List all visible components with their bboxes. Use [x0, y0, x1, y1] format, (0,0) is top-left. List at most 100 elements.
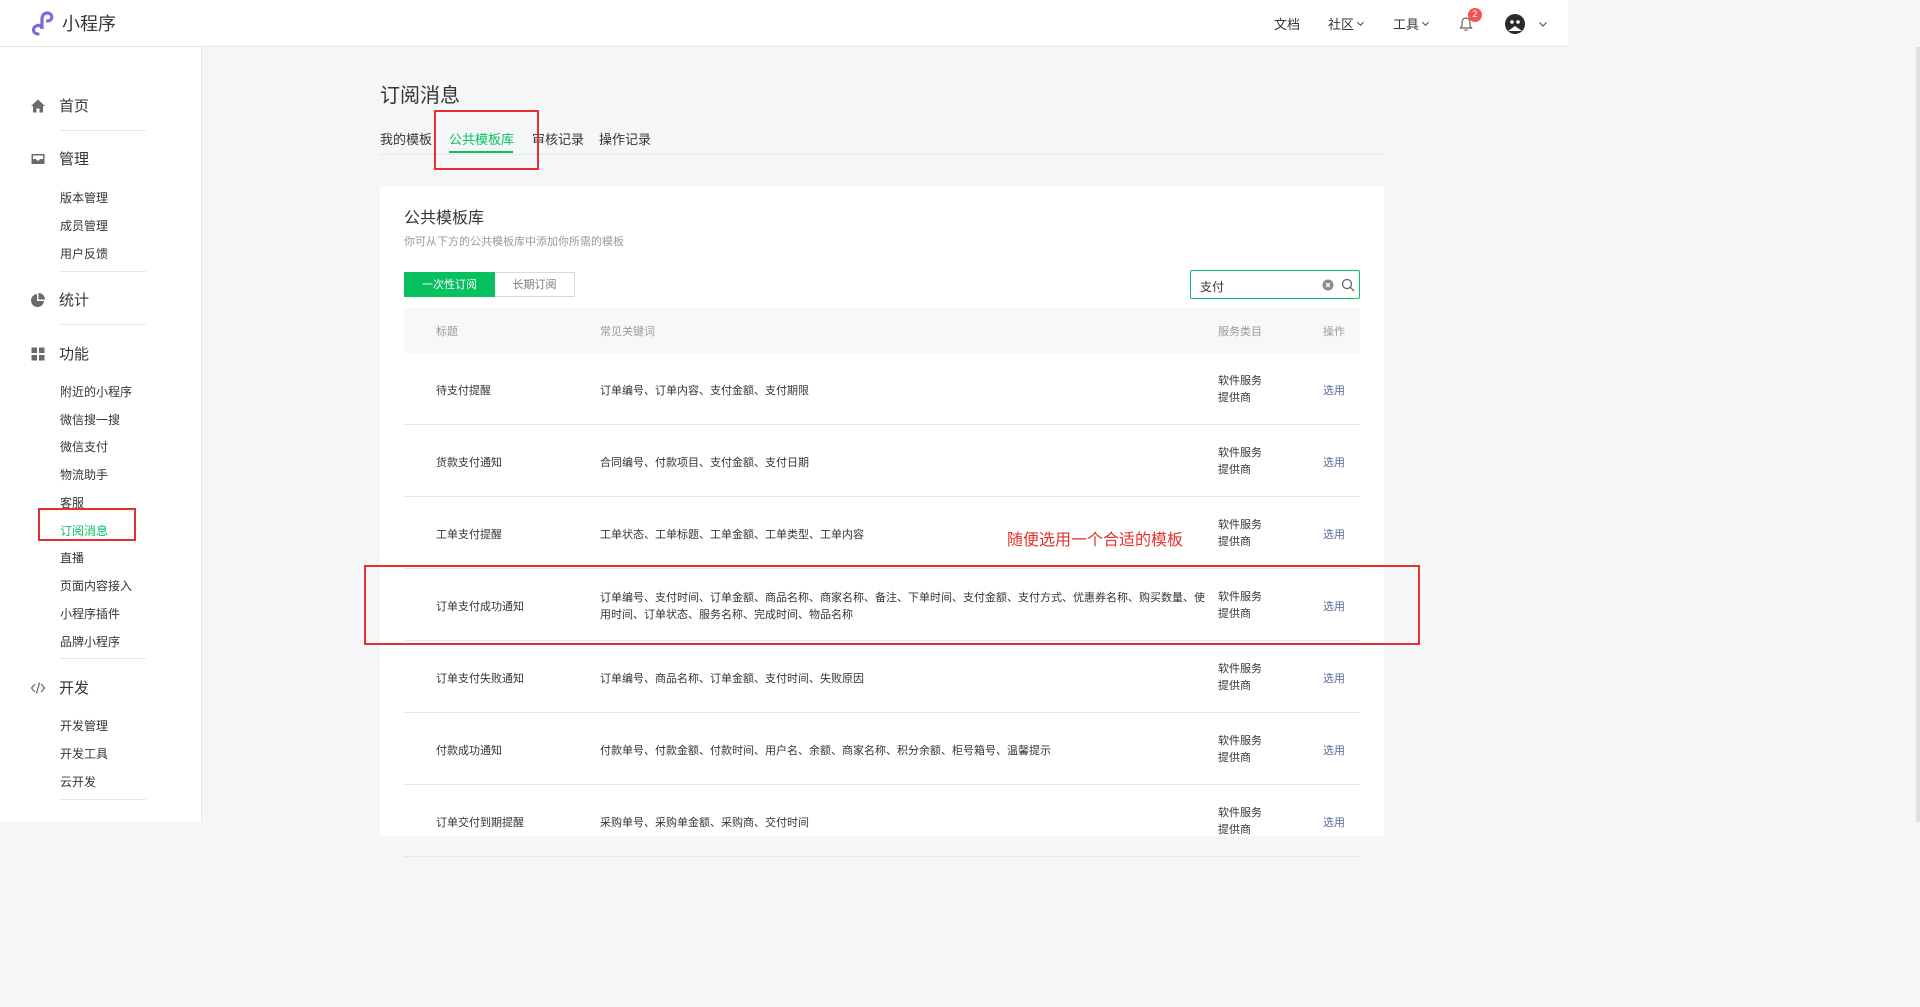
- tools-menu[interactable]: 工具: [1393, 14, 1430, 33]
- sidebar-item-brand[interactable]: 品牌小程序: [60, 633, 120, 650]
- chevron-down-icon: [1421, 21, 1430, 27]
- sidebar-item-features[interactable]: 功能: [30, 343, 89, 364]
- sidebar-item-label: 统计: [59, 291, 90, 309]
- miniprogram-logo-icon: [31, 11, 54, 36]
- sidebar-item-label: 功能: [59, 345, 90, 363]
- select-template-link[interactable]: 选用: [1323, 526, 1345, 542]
- sidebar-item-nearby[interactable]: 附近的小程序: [60, 383, 132, 400]
- sidebar-divider: [60, 271, 146, 272]
- chevron-down-icon: [1539, 21, 1547, 27]
- search-icon[interactable]: [1341, 278, 1355, 292]
- card-description: 你可从下方的公共模板库中添加你所需的模板: [404, 235, 624, 248]
- sidebar-item-manage[interactable]: 管理: [30, 148, 89, 169]
- inbox-icon: [31, 153, 45, 164]
- category-line: 软件服务: [1218, 734, 1262, 747]
- row-title: 付款成功通知: [436, 744, 502, 757]
- grid-icon: [31, 347, 45, 360]
- sidebar-item-cloud-dev[interactable]: 云开发: [60, 773, 96, 790]
- notification-badge: 2: [1468, 7, 1482, 22]
- search-input-value: 支付: [1200, 280, 1225, 294]
- category-line: 提供商: [1218, 463, 1251, 476]
- tab-my-templates[interactable]: 我的模板: [380, 129, 432, 148]
- keywords-line: 订单编号、订单内容、支付金额、支付期限: [600, 384, 809, 397]
- keywords-line: 订单编号、商品名称、订单金额、支付时间、失败原因: [600, 672, 864, 685]
- sidebar-item-live[interactable]: 直播: [60, 549, 84, 566]
- account-menu[interactable]: [1504, 12, 1548, 35]
- notifications-button[interactable]: 2: [1458, 7, 1482, 34]
- row-keywords: 订单编号、订单内容、支付金额、支付期限: [600, 382, 1210, 399]
- logo[interactable]: 小程序: [30, 10, 116, 36]
- tab-operation-records[interactable]: 操作记录: [599, 129, 651, 148]
- sidebar-item-stats[interactable]: 统计: [30, 289, 89, 310]
- docs-label: 文档: [1273, 18, 1300, 33]
- sidebar-item-home[interactable]: 首页: [30, 95, 89, 116]
- sidebar-item-plugins[interactable]: 小程序插件: [60, 605, 120, 622]
- row-keywords: 付款单号、付款金额、付款时间、用户名、余额、商家名称、积分余额、柜号箱号、温馨提…: [600, 742, 1210, 759]
- row-keywords: 合同编号、付款项目、支付金额、支付日期: [600, 454, 1210, 471]
- clear-icon[interactable]: [1322, 279, 1334, 291]
- sidebar-item-label: 开发: [59, 679, 90, 697]
- select-template-link[interactable]: 选用: [1323, 670, 1345, 686]
- community-menu[interactable]: 社区: [1328, 14, 1365, 33]
- one-time-subscription-button[interactable]: 一次性订阅: [404, 272, 495, 297]
- table-header: 标题 常见关键词 服务类目 操作: [404, 308, 1360, 353]
- chevron-down-icon: [1356, 21, 1365, 27]
- sidebar-item-version[interactable]: 版本管理: [60, 189, 108, 206]
- sidebar-item-feedback[interactable]: 用户反馈: [60, 245, 108, 262]
- header-keywords: 常见关键词: [600, 325, 655, 338]
- sidebar-item-logistics[interactable]: 物流助手: [60, 466, 108, 483]
- highlight-box-sidebar: [38, 508, 136, 541]
- table-row: 待支付提醒 订单编号、订单内容、支付金额、支付期限 软件服务 提供商 选用: [404, 353, 1360, 425]
- sidebar-item-dev-manage[interactable]: 开发管理: [60, 717, 108, 734]
- long-term-subscription-button[interactable]: 长期订阅: [495, 272, 575, 297]
- sidebar-item-dev-tools[interactable]: 开发工具: [60, 745, 108, 762]
- sidebar-divider: [60, 658, 146, 659]
- category-line: 软件服务: [1218, 518, 1262, 531]
- select-template-link[interactable]: 选用: [1323, 742, 1345, 758]
- docs-link[interactable]: 文档: [1274, 14, 1300, 33]
- highlight-box-tab: [434, 110, 539, 170]
- category-line: 提供商: [1218, 823, 1251, 836]
- table-row: 订单支付失败通知 订单编号、商品名称、订单金额、支付时间、失败原因 软件服务提供…: [404, 641, 1360, 713]
- select-template-link[interactable]: 选用: [1323, 382, 1345, 398]
- sidebar-item-label: 管理: [59, 150, 90, 168]
- category-line: 软件服务: [1218, 374, 1262, 387]
- tools-label: 工具: [1392, 18, 1419, 33]
- annotation-text: 随便选用一个合适的模板: [1007, 530, 1184, 549]
- row-keywords: 订单编号、商品名称、订单金额、支付时间、失败原因: [600, 670, 1210, 687]
- category-line: 软件服务: [1218, 662, 1262, 675]
- sidebar-item-dev[interactable]: 开发: [30, 677, 89, 698]
- avatar: [1504, 12, 1526, 35]
- pie-chart-icon: [31, 292, 45, 307]
- category-line: 软件服务: [1218, 446, 1262, 459]
- main-content: 订阅消息 我的模板 公共模板库 审核记录 操作记录 公共模板库 你可从下方的公共…: [202, 47, 1568, 857]
- sidebar-item-content-access[interactable]: 页面内容接入: [60, 577, 132, 594]
- row-title: 待支付提醒: [436, 384, 491, 397]
- table-row: 货款支付通知 合同编号、付款项目、支付金额、支付日期 软件服务 提供商 选用: [404, 425, 1360, 497]
- community-label: 社区: [1327, 18, 1354, 33]
- tab-review-records[interactable]: 审核记录: [532, 129, 584, 148]
- code-icon: [30, 681, 46, 694]
- row-category: 软件服务 提供商: [1218, 372, 1262, 406]
- sidebar-divider: [60, 324, 146, 325]
- keywords-line: 付款单号、付款金额、付款时间、用户名、余额、商家名称、积分余额、柜号箱号、温馨提…: [600, 744, 1051, 757]
- sidebar-divider: [60, 799, 146, 800]
- page-scrollbar[interactable]: [1916, 47, 1920, 822]
- sidebar-item-members[interactable]: 成员管理: [60, 217, 108, 234]
- select-template-link[interactable]: 选用: [1323, 454, 1345, 470]
- search-input[interactable]: 支付: [1190, 270, 1360, 299]
- home-icon: [31, 99, 45, 112]
- category-line: 提供商: [1218, 679, 1251, 692]
- row-category: 软件服务 提供商: [1218, 804, 1262, 838]
- sidebar-item-wechat-pay[interactable]: 微信支付: [60, 438, 108, 455]
- select-template-link[interactable]: 选用: [1323, 814, 1345, 830]
- row-title: 订单支付失败通知: [436, 672, 524, 685]
- row-category: 软件服务 提供商: [1218, 732, 1262, 766]
- sidebar-item-wechat-search[interactable]: 微信搜一搜: [60, 411, 120, 428]
- app-name: 小程序: [62, 14, 116, 35]
- category-line: 提供商: [1218, 535, 1251, 548]
- subscription-type-toggle: 一次性订阅 长期订阅: [404, 272, 575, 297]
- sidebar-item-label: 首页: [59, 97, 90, 115]
- top-nav: 文档 社区 工具 2: [1246, 0, 1548, 47]
- keywords-line: 采购单号、采购单金额、采购商、交付时间: [600, 816, 809, 829]
